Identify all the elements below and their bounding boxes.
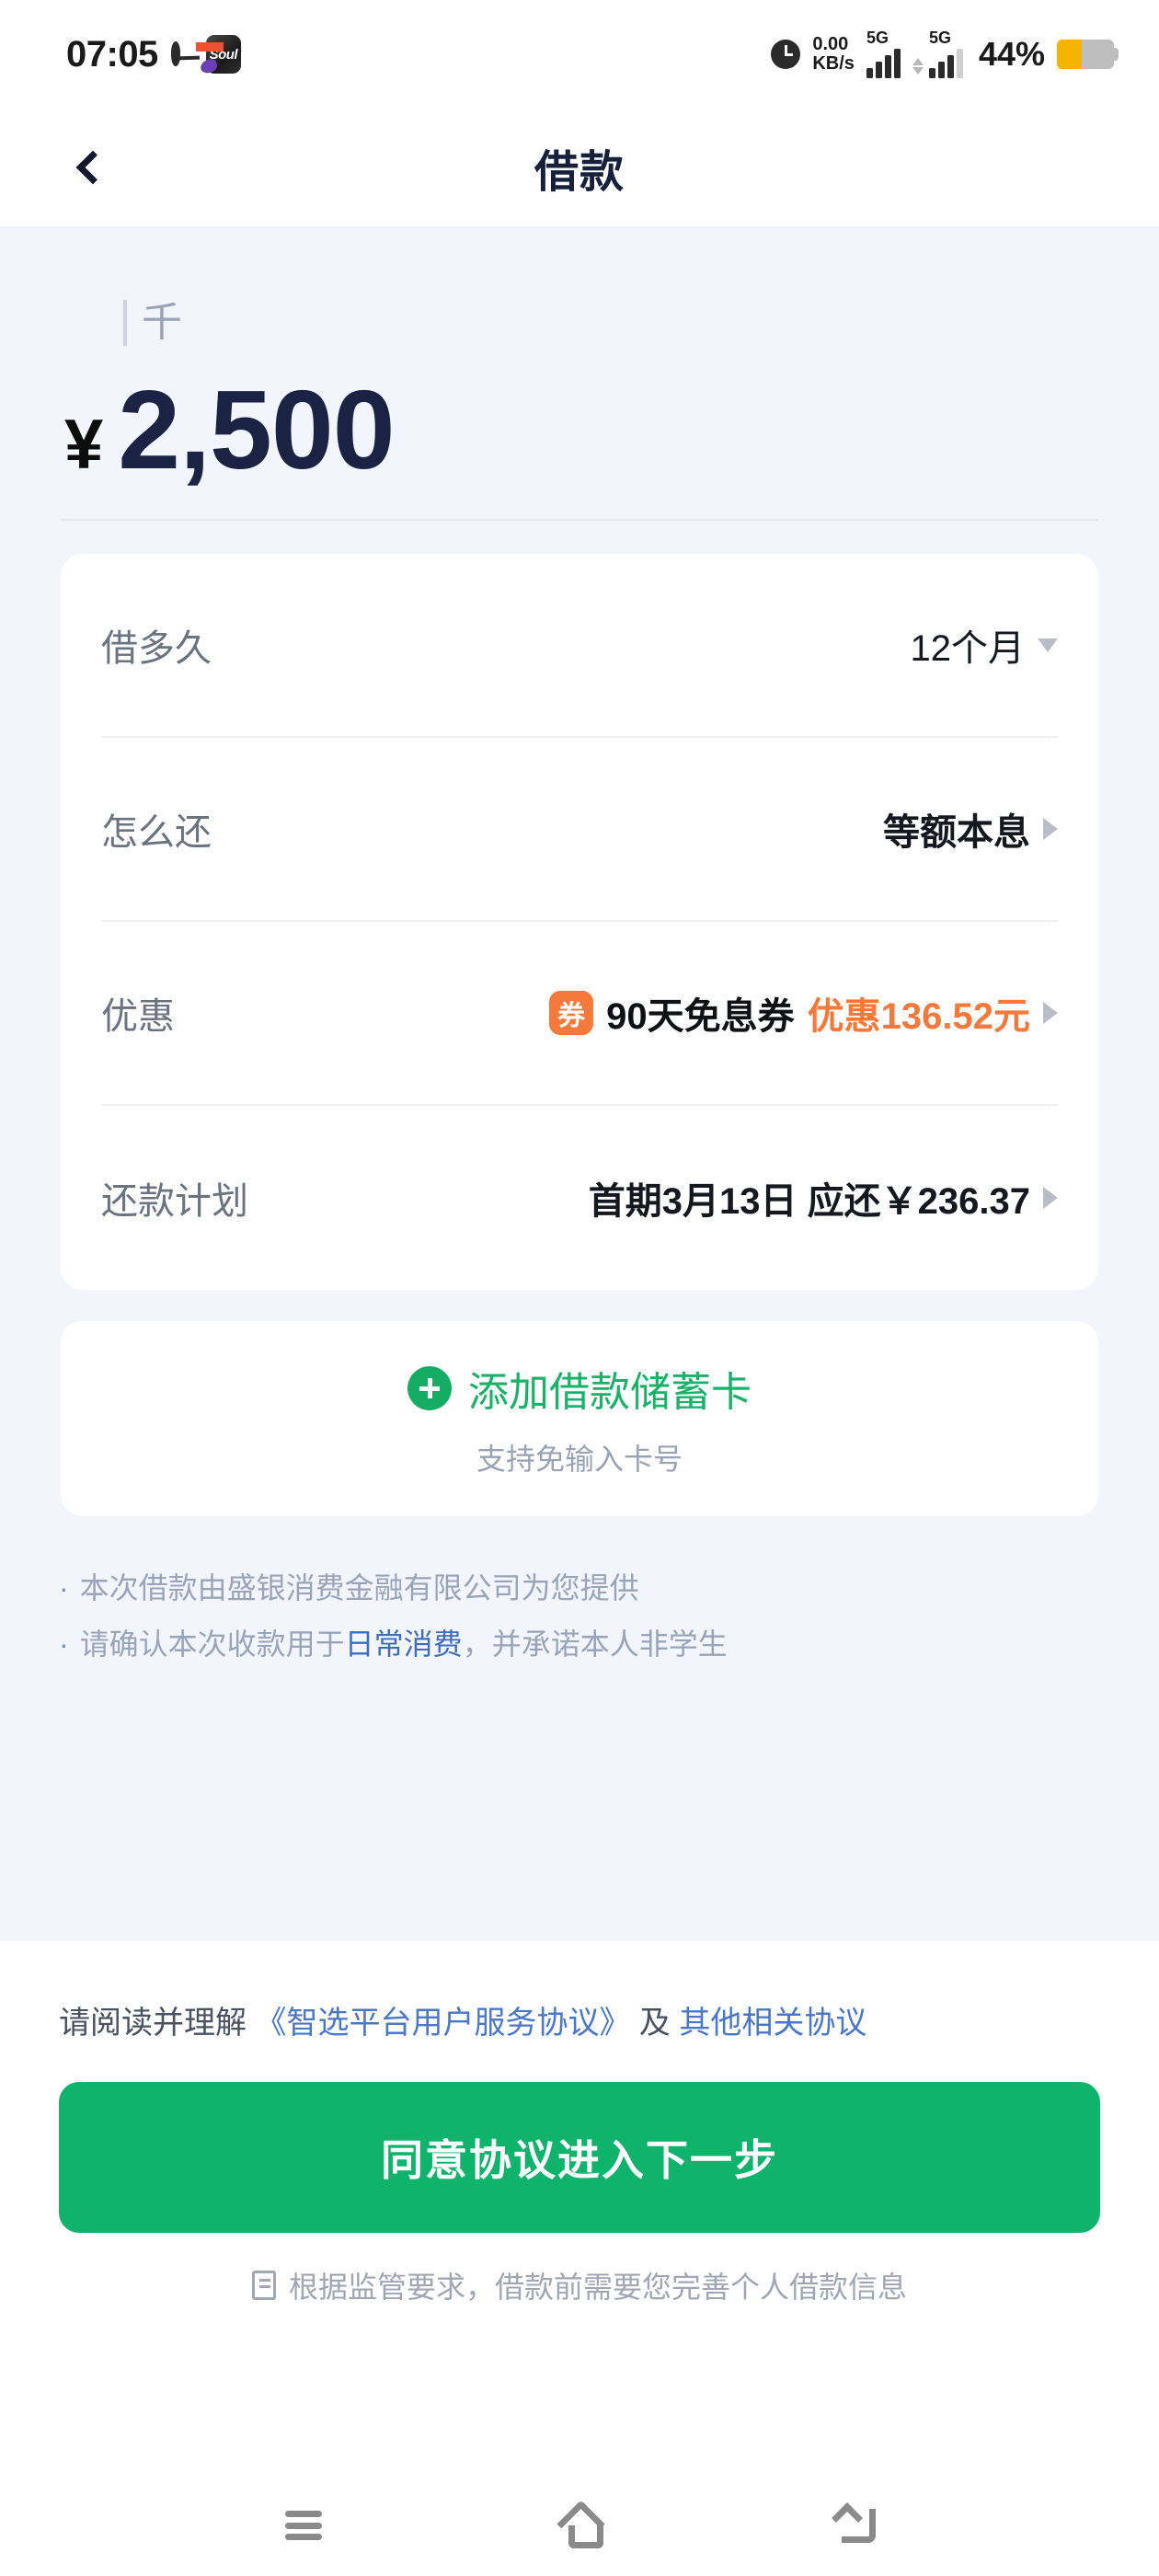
nav-home-button[interactable] — [529, 2489, 630, 2562]
system-navigation-bar — [0, 2475, 1159, 2576]
bullet-icon: · — [59, 1571, 69, 1604]
document-icon — [251, 2271, 276, 2301]
row-loan-term[interactable]: 借多久 12个月 — [101, 554, 1058, 738]
amount-divider — [61, 519, 1098, 521]
home-icon — [559, 2507, 603, 2548]
row-coupon[interactable]: 优惠 券 90天免息券 优惠136.52元 — [101, 922, 1058, 1106]
row-repayment-plan-value-group: 首期3月13日 应还￥236.37 — [589, 1171, 1058, 1225]
regulatory-footnote: 根据监管要求，借款前需要您完善个人借款信息 — [59, 2264, 1100, 2306]
page-title: 借款 — [534, 148, 625, 197]
row-loan-term-label: 借多久 — [101, 628, 212, 669]
coupon-name: 90天免息券 — [606, 996, 795, 1037]
note-usage-prefix: 请确认本次收款用于 — [79, 1627, 345, 1661]
sim1-network-label: 5G — [866, 29, 889, 47]
note-usage-text: 请确认本次收款用于日常消费，并承诺本人非学生 — [80, 1616, 728, 1673]
row-repayment-method-value-group: 等额本息 — [883, 802, 1058, 856]
battery-icon — [1057, 40, 1119, 69]
network-speed-unit: KB/s — [812, 53, 855, 74]
row-repayment-plan-label: 还款计划 — [101, 1181, 248, 1222]
phone-screen: 07:05 Soul 0.00 KB/s 5G 5G 44% 借款 千 ¥ 2,… — [0, 0, 1159, 2576]
row-repayment-plan[interactable]: 还款计划 首期3月13日 应还￥236.37 — [101, 1106, 1058, 1290]
amount-unit-label: 千 — [142, 300, 182, 345]
note-usage-suffix: ，并承诺本人非学生 — [462, 1627, 728, 1661]
sim2-signal-icon: 5G — [912, 29, 963, 78]
chevron-right-icon — [1043, 1002, 1058, 1024]
loan-amount-input[interactable]: ¥ 2,500 — [61, 374, 1098, 486]
network-speed-indicator: 0.00 KB/s — [812, 33, 855, 74]
note-item-usage: · 请确认本次收款用于日常消费，并承诺本人非学生 — [59, 1616, 1159, 1673]
back-arrow-icon — [836, 2507, 876, 2544]
notification-oval-icon — [170, 41, 180, 66]
add-bank-card-title: 添加借款储蓄卡 — [468, 1370, 752, 1415]
add-bank-card-main: 添加借款储蓄卡 — [407, 1359, 752, 1418]
agree-and-continue-button[interactable]: 同意协议进入下一步 — [59, 2082, 1100, 2234]
back-button[interactable] — [57, 135, 121, 200]
row-repayment-plan-value: 首期3月13日 应还￥236.37 — [588, 1181, 1030, 1222]
data-transfer-arrows-icon — [912, 58, 924, 78]
amount-unit-hint: 千 — [61, 293, 1098, 353]
alarm-clock-icon — [771, 40, 801, 69]
note-usage-highlight: 日常消费 — [344, 1627, 463, 1661]
nav-back-button[interactable] — [805, 2489, 906, 2562]
chevron-left-icon — [75, 150, 110, 185]
bullet-icon: · — [59, 1627, 69, 1661]
row-coupon-value-group: 券 90天免息券 优惠136.52元 — [549, 986, 1058, 1040]
status-time: 07:05 — [66, 33, 158, 75]
row-loan-term-value: 12个月 — [910, 628, 1026, 669]
status-bar-left: 07:05 Soul — [66, 34, 254, 75]
agreement-link-other[interactable]: 其他相关协议 — [679, 2006, 866, 2041]
menu-icon — [285, 2511, 322, 2540]
chevron-down-icon — [1038, 638, 1058, 652]
loan-details-card: 借多久 12个月 怎么还 等额本息 优惠 券 90天免息券 优惠136.52元 … — [61, 554, 1098, 1290]
chevron-right-icon — [1043, 1187, 1058, 1209]
sim2-network-label: 5G — [928, 29, 951, 47]
agreement-middle: 及 — [630, 2006, 680, 2041]
row-repayment-method[interactable]: 怎么还 等额本息 — [101, 738, 1058, 922]
row-coupon-label: 优惠 — [101, 996, 175, 1037]
row-repayment-method-value: 等额本息 — [883, 812, 1030, 853]
sim1-signal-icon: 5G — [866, 29, 901, 78]
add-bank-card-button[interactable]: 添加借款储蓄卡 支持免输入卡号 — [61, 1321, 1098, 1516]
disclaimer-notes: · 本次借款由盛银消费金融有限公司为您提供 · 请确认本次收款用于日常消费，并承… — [59, 1560, 1159, 1673]
regulatory-footnote-text: 根据监管要求，借款前需要您完善个人借款信息 — [288, 2271, 907, 2305]
loan-amount-value: 2,500 — [118, 367, 395, 492]
text-cursor — [123, 300, 127, 346]
loan-amount-section: 千 ¥ 2,500 — [0, 226, 1159, 521]
network-speed-value: 0.00 — [812, 33, 849, 54]
agreement-text: 请阅读并理解 《智选平台用户服务协议》 及 其他相关协议 — [59, 1941, 1100, 2049]
coupon-discount-amount: 优惠136.52元 — [807, 996, 1030, 1037]
coupon-badge-icon: 券 — [549, 991, 594, 1035]
plus-circle-icon — [407, 1366, 452, 1410]
row-repayment-method-label: 怎么还 — [101, 812, 212, 853]
bottom-action-section: 请阅读并理解 《智选平台用户服务协议》 及 其他相关协议 同意协议进入下一步 根… — [0, 1941, 1159, 2475]
note-item-provider: · 本次借款由盛银消费金融有限公司为您提供 — [59, 1560, 1159, 1616]
status-bar-right: 0.00 KB/s 5G 5G 44% — [771, 29, 1119, 78]
battery-percentage: 44% — [978, 35, 1045, 73]
page-header: 借款 — [0, 109, 1159, 226]
note-provider-text: 本次借款由盛银消费金融有限公司为您提供 — [79, 1571, 639, 1604]
agreement-link-platform-service[interactable]: 《智选平台用户服务协议》 — [255, 2006, 630, 2041]
chevron-right-icon — [1043, 818, 1058, 840]
agreement-prefix: 请阅读并理解 — [59, 2006, 256, 2041]
page-body: 千 ¥ 2,500 借多久 12个月 怎么还 等额本息 优惠 券 90天免息券 … — [0, 226, 1159, 1941]
add-bank-card-subtitle: 支持免输入卡号 — [476, 1443, 683, 1476]
status-bar: 07:05 Soul 0.00 KB/s 5G 5G 44% — [0, 0, 1159, 109]
nav-recents-button[interactable] — [253, 2489, 354, 2562]
row-loan-term-value-group: 12个月 — [910, 618, 1058, 672]
currency-symbol: ¥ — [64, 406, 104, 484]
